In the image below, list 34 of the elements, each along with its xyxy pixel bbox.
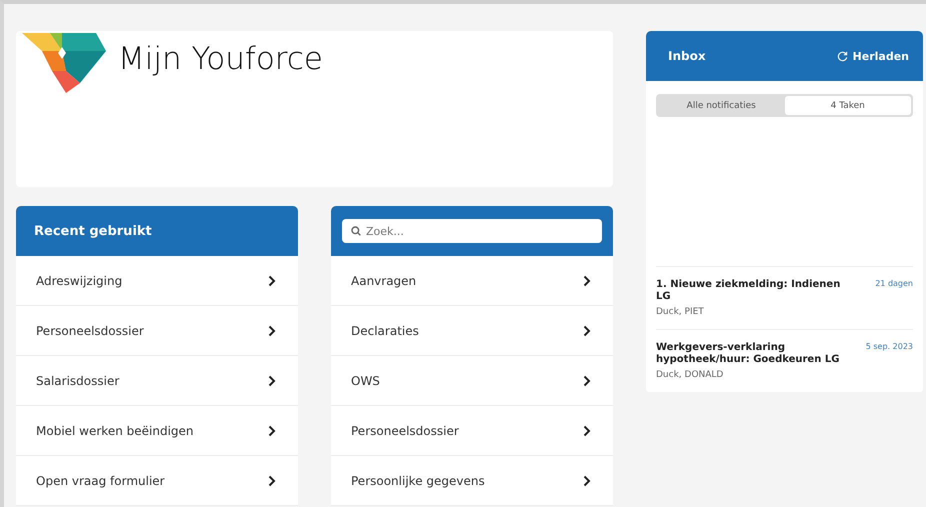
task-person: Duck, DONALD	[656, 370, 724, 380]
task-person: Duck, PIET	[656, 307, 705, 317]
reload-button[interactable]: Herladen	[836, 50, 909, 62]
chevron-right-icon	[583, 274, 591, 286]
chevron-right-icon	[268, 274, 276, 286]
task-date: 21 dagen	[875, 279, 913, 290]
chevron-right-icon	[583, 374, 591, 386]
menu-item[interactable]: Salarisdossier	[16, 356, 298, 406]
menu-item[interactable]: OWS	[331, 356, 613, 406]
task-date: 5 sep. 2023	[866, 342, 913, 353]
card-header: Recent gebruikt	[16, 206, 298, 256]
menu-item[interactable]: Personeelsdossier	[331, 406, 613, 456]
task-title[interactable]: Werkgevers-verklaring hypotheek/huur: Goedkeuren LG	[656, 342, 841, 366]
filter-tab[interactable]: 4 Taken	[784, 96, 911, 115]
menu-item[interactable]: Mobiel werken beëindigen	[16, 406, 298, 456]
menu-item[interactable]: Adreswijziging	[16, 256, 298, 306]
chevron-right-icon	[268, 324, 276, 336]
app-title: Mijn Youforce	[118, 41, 323, 77]
search-field[interactable]: Zoek...	[342, 219, 602, 243]
refresh-icon	[836, 50, 848, 62]
filter-tab[interactable]: Alle notificaties	[658, 96, 784, 115]
menu-item[interactable]: Persoonlijke gegevens	[331, 456, 613, 506]
menu-item[interactable]: Aanvragen	[331, 256, 613, 306]
chevron-right-icon	[583, 424, 591, 436]
chevron-right-icon	[583, 324, 591, 336]
menu-item[interactable]: Declaraties	[331, 306, 613, 356]
chevron-right-icon	[268, 424, 276, 436]
chevron-right-icon	[268, 374, 276, 386]
menu-item[interactable]: Personeelsdossier	[16, 306, 298, 356]
chevron-right-icon	[583, 474, 591, 486]
menu-item[interactable]: Open vraag formulier	[16, 456, 298, 506]
chevron-right-icon	[268, 474, 276, 486]
inbox-header: Inbox Herladen	[646, 31, 923, 81]
task-title[interactable]: 1. Nieuwe ziekmelding: Indienen LG	[656, 279, 841, 303]
